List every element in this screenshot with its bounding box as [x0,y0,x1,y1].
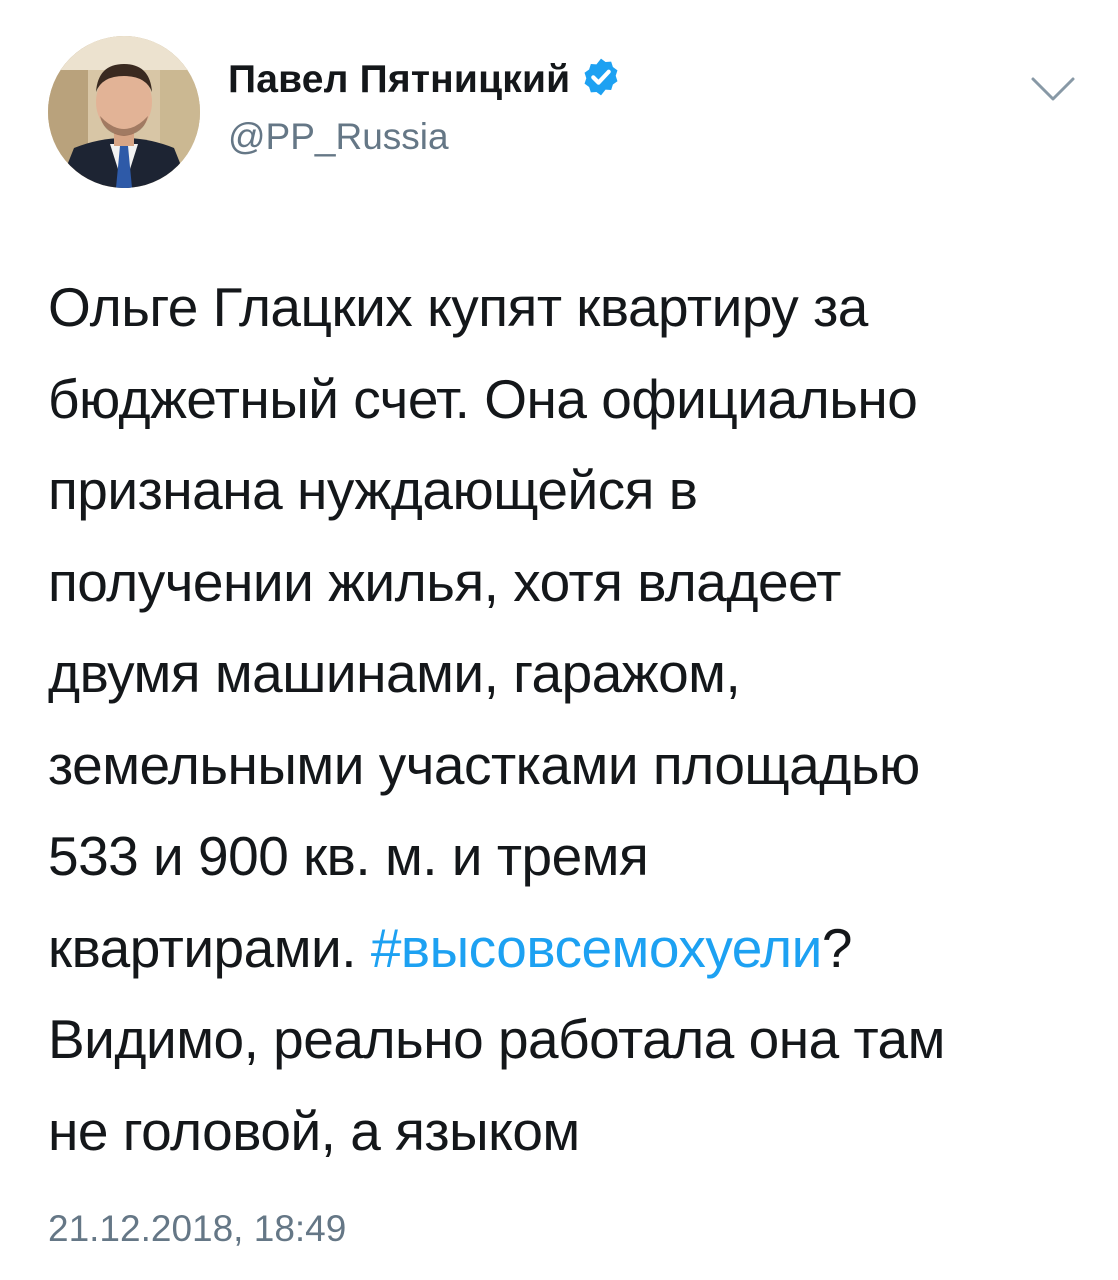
tweet-line: 533 и 900 кв. м. и тремя [48,825,649,887]
tweet-timestamp[interactable]: 21.12.2018, 18:49 [48,1208,346,1250]
tweet-text-segment: квартирами. [48,916,371,979]
tweet-line: бюджетный счет. Она официально [48,367,918,430]
hashtag-link[interactable]: #высовсемохуели [371,917,822,979]
avatar-photo [48,36,200,188]
tweet: Павел Пятницкий @PP_Russia Ольге Глацких… [0,0,1118,1280]
tweet-line: Ольге Глацких купят квартиру за [48,276,868,338]
tweet-text-segment: ? [821,916,853,979]
avatar[interactable] [48,36,200,188]
tweet-line: получении жилья, хотя владеет [48,550,842,613]
verified-badge-icon [584,58,618,96]
tweet-line-with-hashtag: квартирами. #высовсемохуели? [48,903,1088,995]
author-name[interactable]: Павел Пятницкий [228,56,622,102]
chevron-down-icon[interactable] [1030,74,1076,104]
tweet-text: Ольге Глацких купят квартиру за бюджетны… [48,262,1088,1177]
tweet-line: не головой, а языком [48,1099,580,1162]
author-name-text: Павел Пятницкий [228,58,571,101]
tweet-line: двумя машинами, гаражом, [48,642,741,704]
tweet-line: Видимо, реально работала она там [48,1008,945,1070]
tweet-line: земельными участками площадью [48,733,920,796]
author-handle[interactable]: @PP_Russia [228,116,449,158]
tweet-line: признана нуждающейся в [48,459,698,521]
